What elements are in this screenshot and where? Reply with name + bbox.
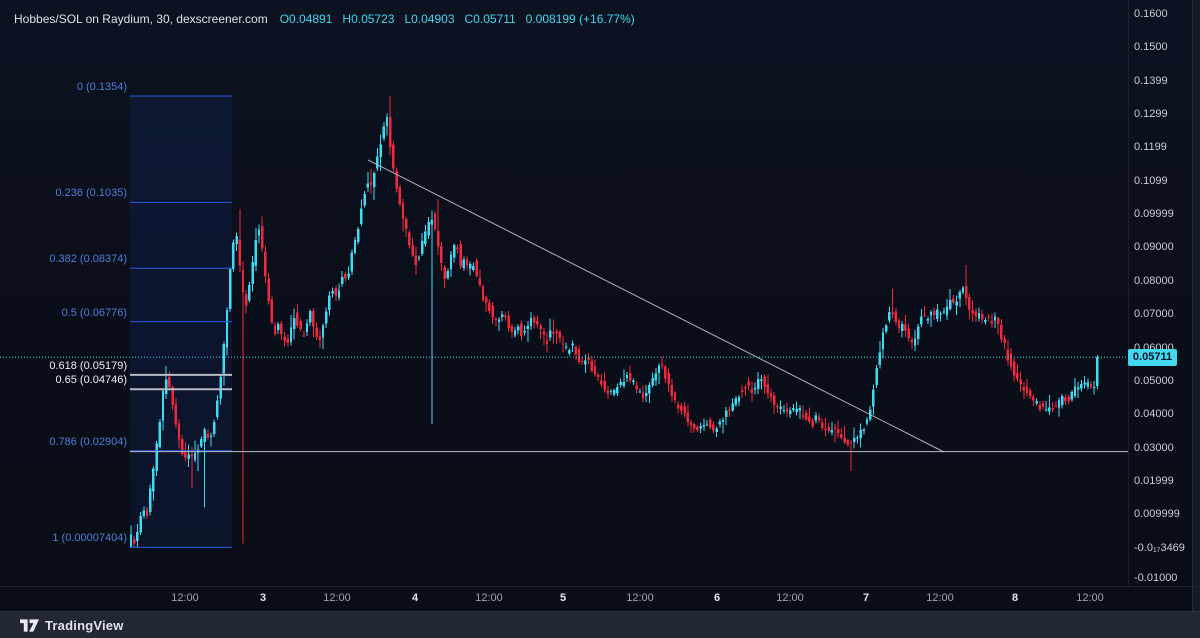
price-tick-16: -0.0₁₇3469 — [1134, 541, 1185, 554]
price-tick-3: 0.1299 — [1134, 108, 1168, 121]
last-price-value: 0.05711 — [1132, 350, 1173, 363]
fib-label-0: 0 (0.1354) — [76, 81, 127, 94]
last-price-tag: 0.05711 — [1128, 348, 1177, 366]
candlesticks — [129, 96, 1099, 547]
fib-label-2: 0.382 (0.08374) — [49, 253, 127, 266]
time-tick-6: 12:00 — [626, 592, 654, 604]
time-tick-10: 12:00 — [926, 592, 954, 604]
price-tick-1: 0.1500 — [1134, 41, 1168, 54]
right-gutter — [1192, 0, 1200, 611]
time-tick-3: 4 — [411, 592, 419, 604]
price-tick-9: 0.07000 — [1134, 308, 1174, 321]
time-tick-12: 12:00 — [1076, 592, 1104, 604]
time-tick-1: 3 — [259, 592, 267, 604]
fib-label-1: 0.236 (0.1035) — [55, 187, 127, 200]
tradingview-icon — [20, 619, 39, 632]
tradingview-logo-link[interactable]: TradingView — [20, 618, 124, 633]
price-tick-14: 0.01999 — [1134, 474, 1174, 487]
ohlc-open: O0.04891 — [279, 12, 333, 26]
price-tick-0: 0.1600 — [1134, 8, 1168, 20]
time-tick-5: 5 — [559, 592, 567, 604]
fib-label-3: 0.5 (0.06776) — [61, 306, 127, 319]
fib-label-7: 1 (0.00007404) — [52, 532, 127, 545]
ohlc-close: C0.05711 — [464, 12, 516, 26]
price-tick-11: 0.05000 — [1134, 374, 1174, 387]
ohlc-low: L0.04903 — [404, 12, 455, 26]
fib-label-5: 0.65 (0.04746) — [55, 374, 127, 387]
time-tick-7: 6 — [713, 592, 721, 604]
time-tick-8: 12:00 — [776, 592, 804, 604]
price-tick-12: 0.04000 — [1134, 408, 1174, 421]
price-tick-5: 0.1099 — [1134, 174, 1168, 187]
price-tick-6: 0.09999 — [1134, 208, 1174, 221]
price-tick-2: 0.1399 — [1134, 74, 1168, 87]
time-tick-0: 12:00 — [171, 592, 199, 604]
time-tick-9: 7 — [862, 592, 870, 604]
chart-canvas[interactable] — [0, 0, 1200, 638]
price-tick-7: 0.09000 — [1134, 241, 1174, 254]
fib-label-6: 0.786 (0.02904) — [49, 435, 127, 448]
time-tick-2: 12:00 — [323, 592, 351, 604]
price-tick-8: 0.08000 — [1134, 274, 1174, 287]
price-tick-4: 0.1199 — [1134, 141, 1167, 154]
time-axis[interactable]: 12:00 3 12:00 4 12:00 5 12:00 6 12:00 7 12:00 8 12:0… — [0, 586, 1200, 612]
price-tick-13: 0.03000 — [1134, 441, 1174, 454]
tradingview-bar: TradingView — [0, 611, 1200, 638]
fib-label-4: 0.618 (0.05179) — [49, 359, 127, 372]
price-tick-17: -0.01000 — [1134, 572, 1178, 584]
time-tick-4: 12:00 — [475, 592, 503, 604]
change-percent: 0.008199 (+16.77%) — [525, 12, 635, 26]
ohlc-header: Hobbes/SOL on Raydium, 30, dexscreener.c… — [14, 12, 645, 26]
time-tick-11: 8 — [1011, 592, 1019, 604]
descending-trendline[interactable] — [367, 159, 945, 453]
tradingview-chart-widget: Hobbes/SOL on Raydium, 30, dexscreener.c… — [0, 0, 1200, 638]
symbol-title: Hobbes/SOL on Raydium, 30, dexscreener.c… — [14, 12, 268, 26]
price-axis[interactable]: 0.1600 0.1500 0.1399 0.1299 0.1199 0.1099 0.09… — [1128, 0, 1193, 586]
tradingview-label: TradingView — [45, 618, 124, 633]
price-tick-15: 0.009999 — [1134, 508, 1180, 521]
ohlc-high: H0.05723 — [342, 12, 395, 26]
